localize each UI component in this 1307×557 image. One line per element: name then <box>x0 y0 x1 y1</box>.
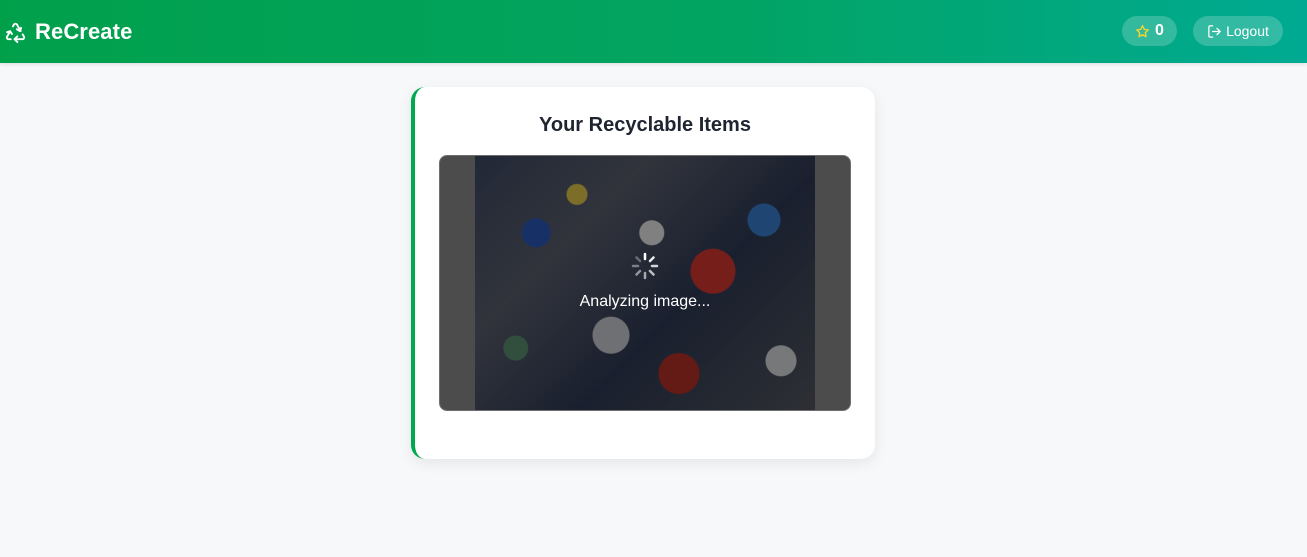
loading-overlay: Analyzing image... <box>440 156 850 410</box>
logout-button[interactable]: Logout <box>1193 16 1283 46</box>
points-count: 0 <box>1155 22 1164 39</box>
spinner-icon <box>631 252 659 280</box>
star-icon <box>1136 24 1149 37</box>
top-nav-bar: ReCreate 0 Logout <box>0 0 1307 63</box>
recycle-icon <box>5 22 26 43</box>
points-badge[interactable]: 0 <box>1122 16 1177 46</box>
brand-name: ReCreate <box>35 19 133 44</box>
image-preview: Analyzing image... <box>439 155 851 411</box>
analyzing-status: Analyzing image... <box>579 293 711 310</box>
recyclable-items-card: Your Recyclable Items Analyzing image... <box>411 87 875 459</box>
card-title: Your Recyclable Items <box>539 114 751 136</box>
logout-label: Logout <box>1226 23 1269 39</box>
brand-logo[interactable]: ReCreate <box>4 16 132 48</box>
logout-icon <box>1208 24 1221 38</box>
